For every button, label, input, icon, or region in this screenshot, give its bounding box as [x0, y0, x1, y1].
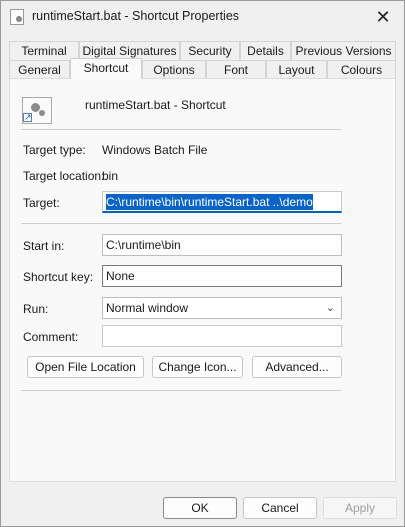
target-label: Target: — [23, 196, 60, 210]
apply-button[interactable]: Apply — [323, 497, 397, 519]
run-selected-value: Normal window — [106, 301, 189, 315]
shortcut-key-label: Shortcut key: — [23, 270, 94, 284]
target-field[interactable]: C:\runtime\bin\runtimeStart.bat ..\demo — [102, 191, 342, 213]
start-in-field[interactable]: C:\runtime\bin — [102, 234, 342, 256]
tab-general[interactable]: General — [9, 60, 70, 79]
tab-options[interactable]: Options — [142, 60, 206, 79]
divider — [21, 129, 341, 130]
batch-file-shortcut-icon: ↗ — [22, 97, 52, 124]
divider — [21, 390, 341, 391]
comment-field[interactable] — [102, 325, 342, 347]
change-icon-button[interactable]: Change Icon... — [152, 356, 243, 378]
tab-shortcut[interactable]: Shortcut — [70, 58, 142, 79]
advanced-button[interactable]: Advanced... — [252, 356, 342, 378]
comment-label: Comment: — [23, 330, 79, 344]
start-in-label: Start in: — [23, 239, 65, 253]
shortcut-file-icon — [10, 9, 24, 25]
tab-details[interactable]: Details — [240, 41, 291, 60]
properties-dialog: runtimeStart.bat - Shortcut Properties ✕… — [0, 0, 405, 527]
tab-previous-versions[interactable]: Previous Versions — [291, 41, 396, 60]
tab-security[interactable]: Security — [180, 41, 240, 60]
target-location-value: bin — [102, 169, 119, 183]
run-label: Run: — [23, 302, 49, 316]
target-location-label: Target location: — [23, 169, 105, 183]
run-select[interactable]: Normal window ⌄ — [102, 297, 342, 319]
target-type-value: Windows Batch File — [102, 143, 208, 157]
close-button[interactable]: ✕ — [368, 3, 398, 31]
tab-font[interactable]: Font — [206, 60, 266, 79]
tab-terminal[interactable]: Terminal — [9, 41, 79, 60]
open-file-location-button[interactable]: Open File Location — [27, 356, 144, 378]
window-title: runtimeStart.bat - Shortcut Properties — [32, 9, 240, 23]
cancel-button[interactable]: Cancel — [243, 497, 317, 519]
divider — [21, 223, 341, 224]
shortcut-key-field[interactable]: None — [102, 265, 342, 287]
title-bar: runtimeStart.bat - Shortcut Properties ✕ — [1, 1, 404, 33]
shortcut-name: runtimeStart.bat - Shortcut — [85, 98, 226, 112]
chevron-down-icon: ⌄ — [325, 302, 335, 314]
target-type-label: Target type: — [23, 143, 86, 157]
tab-colours[interactable]: Colours — [327, 60, 396, 79]
tab-layout[interactable]: Layout — [266, 60, 327, 79]
ok-button[interactable]: OK — [163, 497, 237, 519]
target-value: C:\runtime\bin\runtimeStart.bat ..\demo — [106, 194, 313, 210]
